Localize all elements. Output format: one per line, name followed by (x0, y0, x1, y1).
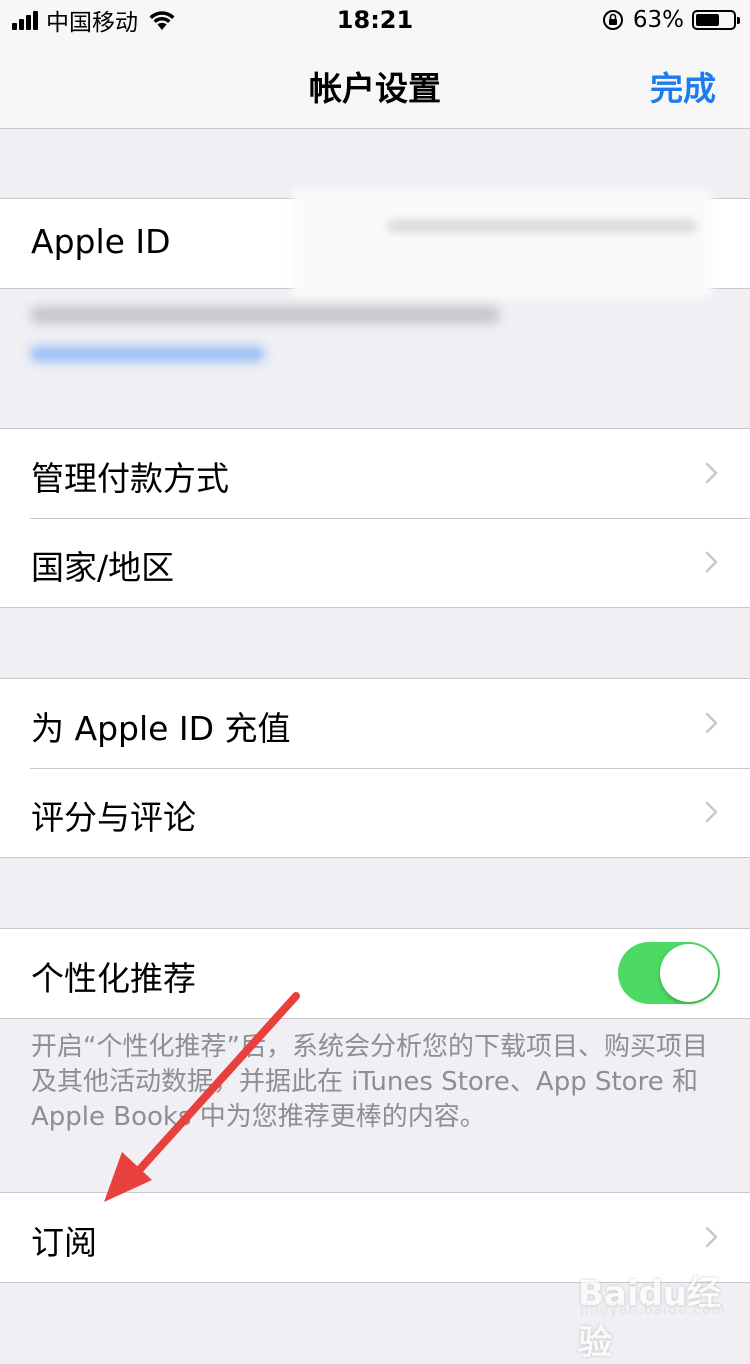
watermark-url: jingyan.baidu.com (580, 1302, 727, 1318)
payment-group: 管理付款方式 国家/地区 (0, 428, 750, 608)
toggle-knob (660, 944, 718, 1002)
chevron-right-icon (705, 462, 718, 484)
ratings-reviews-label: 评分与评论 (31, 798, 196, 837)
apple-id-footer-redacted (30, 300, 500, 362)
navigation-bar: 帐户设置 完成 (0, 40, 750, 129)
status-right: 63% (601, 6, 740, 34)
apple-id-label: Apple ID (31, 222, 171, 261)
topup-apple-id-row[interactable]: 为 Apple ID 充值 (0, 679, 750, 768)
personalized-label: 个性化推荐 (31, 959, 196, 998)
apple-id-group: Apple ID (0, 189, 750, 299)
baidu-watermark: Baidu经验 jingyan.baidu.com (568, 1258, 738, 1363)
subscriptions-label: 订阅 (31, 1223, 97, 1262)
redacted-text (30, 306, 500, 324)
chevron-right-icon (705, 1226, 718, 1248)
personalized-footer: 开启“个性化推荐”后，系统会分析您的下载项目、购买项目及其他活动数据，并据此在 … (31, 1032, 708, 1132)
chevron-right-icon (705, 712, 718, 734)
rotation-lock-icon (602, 10, 623, 30)
topup-label: 为 Apple ID 充值 (31, 709, 291, 748)
manage-payment-row[interactable]: 管理付款方式 (0, 429, 750, 518)
chevron-right-icon (705, 551, 718, 573)
personalized-toggle[interactable] (618, 942, 720, 1004)
battery-percent: 63% (632, 7, 684, 33)
battery-level (696, 14, 719, 26)
country-region-label: 国家/地区 (31, 548, 175, 587)
apple-id-value-redacted (292, 189, 712, 299)
apple-id-row[interactable]: Apple ID (0, 189, 750, 299)
page-title: 帐户设置 (309, 69, 441, 108)
battery-icon (692, 10, 740, 30)
manage-payment-label: 管理付款方式 (31, 459, 229, 498)
topup-group: 为 Apple ID 充值 评分与评论 (0, 678, 750, 858)
personalized-group: 个性化推荐 (0, 928, 750, 1019)
chevron-right-icon (705, 801, 718, 823)
ratings-reviews-row[interactable]: 评分与评论 (0, 768, 750, 857)
country-region-row[interactable]: 国家/地区 (0, 518, 750, 607)
redacted-link (30, 346, 265, 362)
personalized-row: 个性化推荐 (0, 929, 750, 1018)
done-button[interactable]: 完成 (650, 62, 716, 110)
status-bar: 中国移动 18:21 63% (0, 0, 750, 40)
